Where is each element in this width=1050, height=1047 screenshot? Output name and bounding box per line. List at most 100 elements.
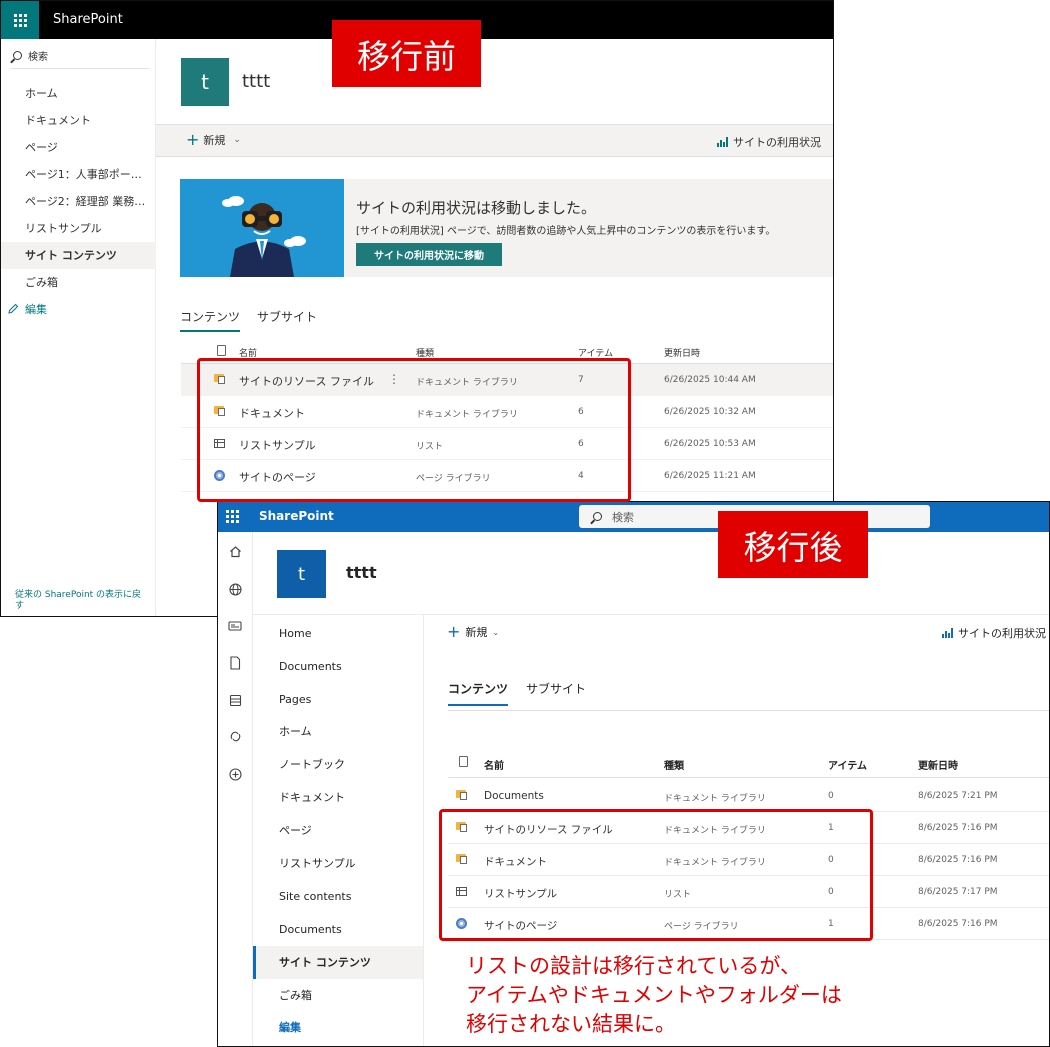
row-modified: 8/6/2025 7:16 PM xyxy=(918,855,998,865)
nav-item-recycle-bin[interactable]: ごみ箱 xyxy=(253,979,423,1012)
row-type: ドキュメント ライブラリ xyxy=(664,794,766,804)
row-modified: 8/6/2025 7:21 PM xyxy=(918,791,998,801)
command-bar: + 新規 ⌄ サイトの利用状況 xyxy=(156,124,833,157)
new-button-label: 新規 xyxy=(203,134,226,147)
chevron-down-icon: ⌄ xyxy=(492,627,500,637)
nav-item-pages-en[interactable]: Pages xyxy=(253,683,423,716)
nav-item-notebook[interactable]: ノートブック xyxy=(253,748,423,781)
nav-edit-label: 編集 xyxy=(25,303,47,316)
search-underline xyxy=(11,68,149,69)
annotation-line-3: 移行されない結果に。 xyxy=(466,1012,676,1036)
new-button[interactable]: + 新規 ⌄ xyxy=(447,624,499,640)
before-highlight-box xyxy=(197,358,631,502)
news-icon[interactable] xyxy=(228,619,242,633)
nav-edit-link[interactable]: 編集 xyxy=(253,1011,423,1044)
app-launcher-icon[interactable] xyxy=(1,1,39,39)
column-type[interactable]: 種類 xyxy=(664,757,684,772)
nav-item-pages[interactable]: ページ xyxy=(1,134,156,161)
site-logo[interactable]: t xyxy=(277,550,326,598)
file-type-icon xyxy=(459,756,468,767)
site-usage-button[interactable]: サイトの利用状況 xyxy=(717,134,821,150)
nav-item-home[interactable]: ホーム xyxy=(253,715,423,748)
table-row[interactable]: Documents ドキュメント ライブラリ 0 8/6/2025 7:21 P… xyxy=(448,780,1049,812)
column-modified[interactable]: 更新日時 xyxy=(918,757,958,772)
tab-subsites[interactable]: サブサイト xyxy=(257,308,317,325)
banner-title: サイトの利用状況は移動しました。 xyxy=(356,199,597,217)
nav-item-site-contents-en[interactable]: Site contents xyxy=(253,880,423,913)
binoculars-illustration xyxy=(180,179,344,277)
nav-item-site-contents[interactable]: サイト コンテンツ xyxy=(253,946,423,979)
app-launcher-icon[interactable] xyxy=(226,510,239,523)
contents-table-header: 名前 種類 アイテム 更新日時 xyxy=(448,750,1049,778)
app-bar xyxy=(218,532,253,1046)
tab-divider xyxy=(448,710,1049,711)
annotation-line-1: リストの設計は移行されているが、 xyxy=(466,954,801,978)
file-type-icon xyxy=(217,345,226,356)
go-to-site-usage-button[interactable]: サイトの利用状況に移動 xyxy=(356,243,502,266)
add-icon[interactable] xyxy=(228,767,242,781)
plus-icon: + xyxy=(447,622,461,641)
document-library-icon xyxy=(456,789,468,800)
home-icon[interactable] xyxy=(228,544,242,558)
row-modified: 6/26/2025 10:53 AM xyxy=(664,439,756,449)
row-modified: 8/6/2025 7:16 PM xyxy=(918,919,998,929)
nav-item-page1[interactable]: ページ1：人事部ポー… xyxy=(1,161,156,188)
nav-item-documents[interactable]: ドキュメント xyxy=(253,781,423,814)
chevron-down-icon: ⌄ xyxy=(233,135,241,145)
search-icon xyxy=(13,51,22,60)
before-label: 移行前 xyxy=(332,20,481,87)
nav-item-pages[interactable]: ページ xyxy=(253,814,423,847)
chart-icon xyxy=(942,628,953,638)
nav-item-list-sample[interactable]: リストサンプル xyxy=(1,215,156,242)
search-label: 検索 xyxy=(28,52,48,63)
brand-name[interactable]: SharePoint xyxy=(53,12,123,27)
new-button[interactable]: + 新規 ⌄ xyxy=(186,132,241,148)
search-box[interactable]: 検索 xyxy=(13,48,48,63)
site-title[interactable]: tttt xyxy=(242,71,270,92)
site-usage-label: サイトの利用状況 xyxy=(958,627,1046,640)
nav-item-home-en[interactable]: Home xyxy=(253,617,423,650)
tab-subsites[interactable]: サブサイト xyxy=(526,680,586,697)
site-usage-label: サイトの利用状況 xyxy=(733,136,821,149)
suite-bar: SharePoint 検索 xyxy=(218,502,1049,532)
column-name[interactable]: 名前 xyxy=(484,757,504,772)
classic-view-link[interactable]: 従来の SharePoint の表示に戻す xyxy=(15,590,145,612)
site-usage-banner: サイトの利用状況は移動しました。 [サイトの利用状況] ページで、訪問者数の追跡… xyxy=(180,179,833,277)
nav-edit-link[interactable]: 編集 xyxy=(7,301,47,317)
row-modified: 8/6/2025 7:16 PM xyxy=(918,823,998,833)
after-label: 移行後 xyxy=(718,511,868,578)
nav-item-documents-en[interactable]: Documents xyxy=(253,650,423,683)
search-icon xyxy=(593,512,602,521)
nav-item-recycle-bin[interactable]: ごみ箱 xyxy=(1,269,156,296)
nav-item-site-contents[interactable]: サイト コンテンツ xyxy=(1,242,156,269)
search-placeholder: 検索 xyxy=(612,510,634,524)
row-modified: 6/26/2025 11:21 AM xyxy=(664,471,756,481)
nav-item-list-sample[interactable]: リストサンプル xyxy=(253,847,423,880)
pencil-icon xyxy=(8,303,19,314)
chart-icon xyxy=(717,137,728,147)
site-usage-button[interactable]: サイトの利用状況 xyxy=(942,625,1046,641)
column-items[interactable]: アイテム xyxy=(828,757,867,772)
after-highlight-box xyxy=(439,809,873,941)
tab-contents[interactable]: コンテンツ xyxy=(448,680,509,706)
row-items: 0 xyxy=(828,791,834,801)
annotation-text: リストの設計は移行されているが、 アイテムやドキュメントやフォルダーは 移行され… xyxy=(466,952,842,1039)
row-name[interactable]: Documents xyxy=(484,790,544,802)
loop-icon[interactable] xyxy=(228,729,242,743)
row-modified: 6/26/2025 10:32 AM xyxy=(664,407,756,417)
nav-item-page2[interactable]: ページ2：経理部 業務… xyxy=(1,188,156,215)
globe-icon[interactable] xyxy=(228,582,242,596)
column-modified[interactable]: 更新日時 xyxy=(664,346,700,359)
row-modified: 8/6/2025 7:17 PM xyxy=(918,887,998,897)
site-title[interactable]: tttt xyxy=(346,563,377,582)
plus-icon: + xyxy=(186,130,200,149)
site-logo[interactable]: t xyxy=(181,58,229,106)
nav-item-home[interactable]: ホーム xyxy=(1,80,156,107)
tab-contents[interactable]: コンテンツ xyxy=(180,308,241,332)
left-navigation: Home Documents Pages ホーム ノートブック ドキュメント ペ… xyxy=(253,615,424,1046)
nav-item-documents[interactable]: ドキュメント xyxy=(1,107,156,134)
nav-item-documents-2[interactable]: Documents xyxy=(253,913,423,946)
lists-icon[interactable] xyxy=(228,693,242,707)
brand-name[interactable]: SharePoint xyxy=(259,509,334,523)
file-icon[interactable] xyxy=(228,656,242,670)
